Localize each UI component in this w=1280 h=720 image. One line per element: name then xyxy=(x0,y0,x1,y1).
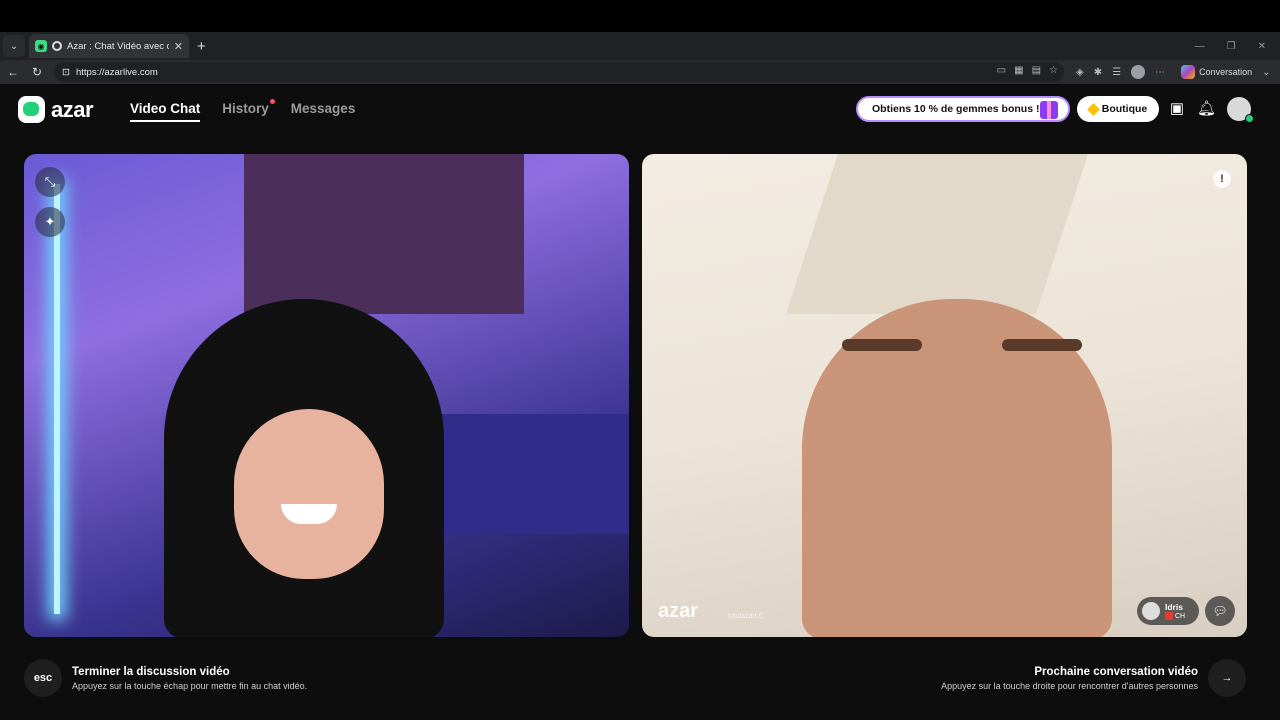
esc-key-button[interactable]: esc xyxy=(24,659,62,697)
local-person xyxy=(54,299,554,637)
url-action-icons: ▭ ▦ ▤ ☆ xyxy=(997,65,1058,76)
swiss-flag-icon xyxy=(1165,612,1173,620)
online-status-badge xyxy=(1245,114,1254,123)
favorites-list-icon[interactable]: ☰ xyxy=(1112,67,1121,78)
partner-avatar xyxy=(1142,602,1160,620)
remote-video: ! azar tutulazarLC Idris CH 💬︎ xyxy=(642,154,1247,637)
next-chat-hint: Prochaine conversation vidéo Appuyez sur… xyxy=(941,659,1246,697)
tab-close-icon[interactable]: ✕ xyxy=(174,40,183,53)
background-lamp xyxy=(786,154,1088,314)
azar-logo-icon xyxy=(18,96,45,123)
window-controls: — ❐ ✕ xyxy=(1195,32,1280,60)
user-avatar[interactable] xyxy=(1227,97,1254,123)
azar-app: azar Video Chat History Messages Obtiens… xyxy=(0,84,1280,720)
url-field[interactable]: ⊡ https://azarlive.com ▭ ▦ ▤ ☆ xyxy=(54,62,1064,82)
recording-icon xyxy=(52,41,62,51)
minimize-video-button[interactable]: ⤡ xyxy=(35,167,65,197)
next-chat-title: Prochaine conversation vidéo xyxy=(1034,665,1198,678)
background-curtain xyxy=(244,154,524,314)
nav-messages[interactable]: Messages xyxy=(291,101,356,122)
gem-icon xyxy=(1086,102,1100,116)
end-chat-title: Terminer la discussion vidéo xyxy=(72,665,230,678)
right-brow xyxy=(1002,339,1082,351)
browser-addressbar: ← ↻ ⊡ https://azarlive.com ▭ ▦ ▤ ☆ ◈ ✱ ☰… xyxy=(0,60,1280,84)
reload-button[interactable]: ↻ xyxy=(26,65,48,79)
reader-icon[interactable]: ▤ xyxy=(1032,65,1041,76)
report-button[interactable]: ! xyxy=(1213,170,1231,188)
screen-top-strip xyxy=(0,0,1280,32)
shop-label: Boutique xyxy=(1101,103,1148,115)
copilot-logo-icon xyxy=(1181,65,1196,79)
local-face xyxy=(234,409,384,579)
tab-list-button[interactable]: ⌄ xyxy=(3,35,25,57)
gift-icon xyxy=(1040,101,1058,119)
partner-country-code: CH xyxy=(1175,612,1186,620)
bell-icon[interactable]: 🔔︎ xyxy=(1197,100,1216,118)
notification-dot xyxy=(269,99,275,104)
chevron-down-icon[interactable]: ⌄ xyxy=(1262,67,1270,78)
extension-icons: ◈ ✱ ☰ ⋯ Conversation ⌄ xyxy=(1076,65,1270,79)
maximize-button[interactable]: ❐ xyxy=(1227,41,1236,52)
azar-favicon-icon: ◉ xyxy=(35,40,47,52)
app-header: azar Video Chat History Messages Obtiens… xyxy=(0,84,1280,134)
copilot-label: Conversation xyxy=(1199,67,1253,77)
promo-label: Obtiens 10 % de gemmes bonus ! xyxy=(872,103,1040,115)
gem-bonus-promo-button[interactable]: Obtiens 10 % de gemmes bonus ! xyxy=(856,96,1070,122)
shop-button[interactable]: Boutique xyxy=(1077,96,1159,122)
minimize-button[interactable]: — xyxy=(1195,41,1205,52)
local-video: ⤡ ✦ xyxy=(24,154,629,637)
nav-video-chat[interactable]: Video Chat xyxy=(130,101,201,122)
back-button[interactable]: ← xyxy=(2,65,24,79)
main-nav: Video Chat History Messages xyxy=(130,99,356,122)
end-chat-hint: esc Terminer la discussion vidéo Appuyez… xyxy=(24,659,307,697)
new-tab-button[interactable]: + xyxy=(197,38,206,55)
smile xyxy=(281,504,337,524)
apps-icon[interactable]: ▦ xyxy=(1014,65,1023,76)
partner-profile-chip[interactable]: Idris CH xyxy=(1137,597,1199,625)
url-text: https://azarlive.com xyxy=(75,66,158,78)
inbox-icon[interactable]: ▣ xyxy=(1168,100,1186,118)
next-chat-subtitle: Appuyez sur la touche droite pour rencon… xyxy=(941,680,1198,691)
azar-watermark: azar xyxy=(658,600,699,622)
left-brow xyxy=(842,339,922,351)
extensions-icon[interactable]: ✱ xyxy=(1094,67,1102,78)
nav-history[interactable]: History xyxy=(222,99,275,122)
nav-history-label: History xyxy=(222,101,269,116)
logo-text: azar xyxy=(51,96,94,122)
chat-bubble-button[interactable]: 💬︎ xyxy=(1205,596,1235,626)
camera-icon[interactable]: ▭ xyxy=(997,65,1006,76)
partner-country: CH xyxy=(1165,612,1185,620)
browser-profile-icon[interactable] xyxy=(1131,65,1146,79)
site-info-icon[interactable]: ⊡ xyxy=(62,67,70,78)
magic-wand-effects-button[interactable]: ✦ xyxy=(35,207,65,237)
azar-logo[interactable]: azar xyxy=(18,96,94,123)
more-menu-icon[interactable]: ⋯ xyxy=(1155,67,1165,78)
browser-tabbar: ⌄ ◉ Azar : Chat Vidéo avec de nou ✕ + — … xyxy=(0,32,1280,60)
copilot-button[interactable]: Conversation xyxy=(1181,65,1252,79)
shield-extension-icon[interactable]: ◈ xyxy=(1076,67,1084,78)
end-chat-subtitle: Appuyez sur la touche échap pour mettre … xyxy=(72,680,308,691)
tab-title: Azar : Chat Vidéo avec de nou xyxy=(67,40,169,52)
close-window-button[interactable]: ✕ xyxy=(1258,41,1266,52)
next-arrow-button[interactable]: → xyxy=(1208,659,1246,697)
partner-name: Idris xyxy=(1165,602,1183,612)
watermark-handle: tutulazarLC xyxy=(728,613,764,620)
browser-tab-active[interactable]: ◉ Azar : Chat Vidéo avec de nou ✕ xyxy=(29,34,189,58)
favorite-star-icon[interactable]: ☆ xyxy=(1049,65,1058,76)
